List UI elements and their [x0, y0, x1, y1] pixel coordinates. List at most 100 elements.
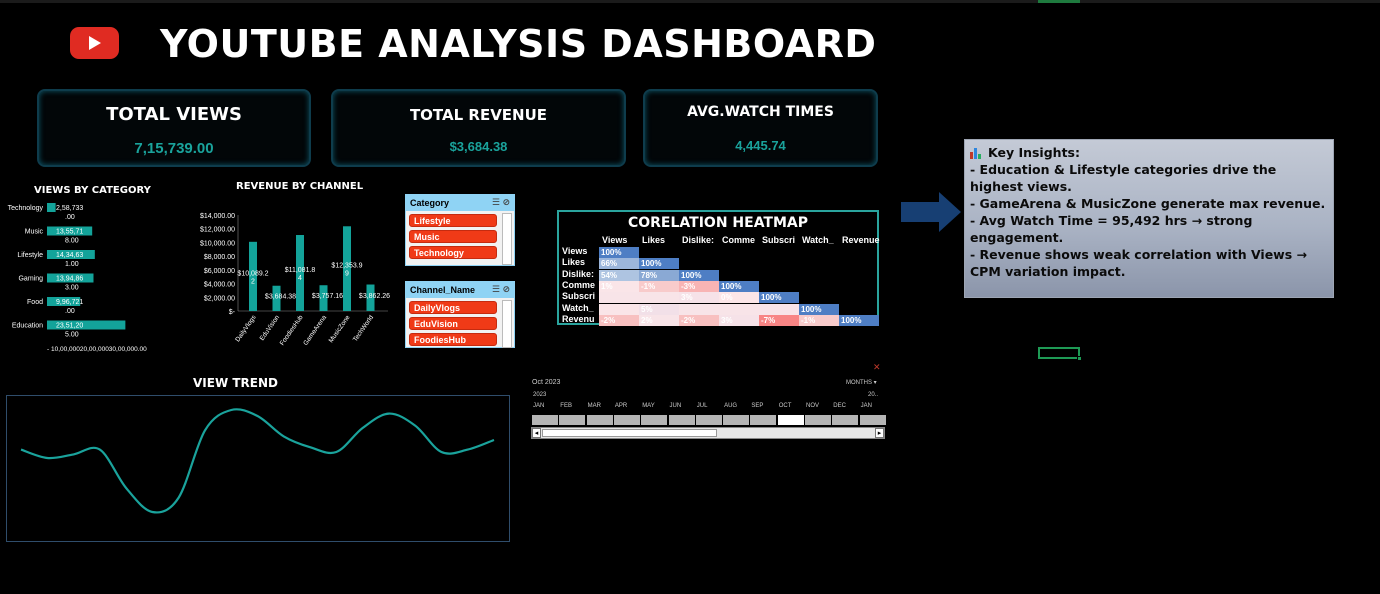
clear-filter-icon[interactable]: ✕ [873, 362, 881, 373]
category-label: Education [12, 323, 43, 330]
heatmap-cell [679, 303, 719, 315]
revenue-category-label: GameArena [302, 314, 328, 347]
kpi-total-views[interactable]: TOTAL VIEWS 7,15,739.00 [37, 89, 311, 167]
revenue-by-channel-title: REVENUE BY CHANNEL [236, 181, 364, 192]
revenue-category-label: EduVision [259, 314, 282, 342]
heatmap-cell: 5% [639, 303, 679, 315]
kpi-total-revenue[interactable]: TOTAL REVENUE $3,684.38 [331, 89, 626, 167]
timeline-month-bar[interactable] [532, 415, 558, 425]
revenue-y-tick: $8,000.00 [204, 254, 235, 261]
heatmap-row-header: Subscri [562, 291, 596, 302]
dashboard-title: YOUTUBE ANALYSIS DASHBOARD [160, 22, 877, 66]
slicer-item-dailyvlogs[interactable]: DailyVlogs [409, 301, 497, 314]
revenue-data-label: $3,684.38 [265, 293, 296, 300]
timeline-current-label: Oct 2023 [532, 379, 561, 386]
scroll-right-icon[interactable]: ▸ [875, 428, 884, 438]
scroll-thumb[interactable] [542, 429, 717, 437]
slicer-scrollbar[interactable] [502, 300, 512, 348]
revenue-y-tick: $12,000.00 [200, 227, 235, 234]
category-label: Gaming [18, 276, 43, 283]
category-label: Music [25, 229, 44, 236]
timeline-month-bar[interactable] [723, 415, 750, 425]
timeline-month-bar[interactable] [586, 415, 613, 425]
heatmap-cell [599, 292, 639, 304]
heatmap-cell [639, 292, 679, 304]
revenue-y-tick: $6,000.00 [204, 268, 235, 275]
revenue-data-label: 2 [251, 278, 255, 285]
timeline-slicer[interactable]: ✕ Oct 2023 MONTHS ▾ 2023 20.. JAN FEB MAR A… [531, 362, 886, 442]
heatmap-title: CORELATION HEATMAP [627, 215, 809, 231]
slicer-item-lifestyle[interactable]: Lifestyle [409, 214, 497, 227]
scroll-left-icon[interactable]: ◂ [532, 428, 541, 438]
timeline-month-label: OCT [778, 403, 792, 409]
heatmap-row-header: Views [562, 246, 588, 256]
category-slicer[interactable]: Category ☰ ⊘ Lifestyle Music Technology [405, 194, 515, 266]
insight-line: - Revenue shows weak correlation with Vi… [970, 247, 1307, 279]
timeline-year-label: 20.. [868, 392, 879, 398]
revenue-category-label: FoodiesHub [279, 314, 305, 347]
category-x-axis: - 10,00,00020,00,00030,00,000.00 [47, 346, 147, 353]
slicer-scrollbar[interactable] [502, 213, 512, 265]
category-value-label: 8.00 [65, 238, 79, 245]
heatmap-cell: 100% [839, 314, 879, 326]
heatmap-cell: -2% [679, 314, 719, 326]
heatmap-cell [759, 303, 799, 315]
clear-filter-icon[interactable]: ⊘ [502, 284, 510, 294]
channel-slicer[interactable]: Channel_Name ☰ ⊘ DailyVlogs EduVision Fo… [405, 281, 515, 348]
timeline-year-label: 2023 [533, 392, 547, 398]
kpi-value: $3,684.38 [449, 139, 508, 154]
timeline-month-label: JAN [860, 403, 872, 409]
timeline-period-dropdown[interactable]: MONTHS ▾ [846, 379, 877, 386]
heatmap-cell [719, 303, 759, 315]
slicer-item-foodieshub[interactable]: FoodiesHub [409, 333, 497, 346]
revenue-y-tick: $2,000.00 [204, 295, 235, 302]
insights-title: Key Insights: [988, 145, 1080, 160]
heatmap-cell: 100% [639, 258, 679, 270]
timeline-month-bar[interactable] [668, 415, 695, 425]
clear-filter-icon[interactable]: ⊘ [502, 197, 510, 207]
revenue-data-label: $11,081.8 [285, 267, 316, 274]
timeline-month-bar[interactable] [859, 415, 886, 425]
kpi-label: TOTAL REVENUE [409, 106, 548, 124]
multi-select-icon[interactable]: ☰ [492, 284, 500, 294]
timeline-month-label: MAR [587, 403, 601, 409]
category-bar [47, 203, 56, 212]
heatmap-cell: 3% [719, 314, 759, 326]
views-by-category-title: VIEWS BY CATEGORY [34, 185, 151, 196]
timeline-scrollbar[interactable]: ◂ ▸ [531, 427, 885, 439]
timeline-month-label: NOV [806, 403, 820, 409]
timeline-month-bar[interactable] [695, 415, 722, 425]
bar-chart-icon [970, 147, 984, 159]
revenue-y-tick: $- [229, 309, 236, 316]
timeline-month-bar[interactable] [750, 415, 777, 425]
fill-handle[interactable] [1077, 356, 1082, 361]
timeline-month-bar[interactable] [805, 415, 831, 425]
view-trend-title: VIEW TREND [193, 376, 278, 390]
heatmap-cell: -3% [679, 280, 719, 292]
category-value-label: 13,55,71 [56, 229, 83, 236]
multi-select-icon[interactable]: ☰ [492, 197, 500, 207]
kpi-avg-watch-time[interactable]: AVG.WATCH TIMES 4,445.74 [643, 89, 878, 167]
heatmap-row-header: Likes [562, 257, 586, 268]
timeline-month-bar[interactable] [641, 415, 668, 425]
slicer-item-technology[interactable]: Technology [409, 246, 497, 259]
heatmap-column-header: Views [602, 235, 628, 245]
selected-cell[interactable] [1038, 347, 1082, 361]
timeline-month-bar[interactable] [832, 415, 859, 425]
heatmap-row-header: Watch_ [562, 302, 594, 313]
heatmap-column-header: Subscri [762, 235, 796, 245]
timeline-month-bar[interactable] [613, 415, 640, 425]
heatmap-cell: 0% [719, 292, 759, 304]
heatmap-column-header: Likes [642, 235, 666, 245]
correlation-heatmap: CORELATION HEATMAP Views Likes Dislike: Com… [557, 210, 880, 326]
kpi-value: 4,445.74 [735, 138, 786, 153]
slicer-item-music[interactable]: Music [409, 230, 497, 243]
slicer-item-eduvision[interactable]: EduVision [409, 317, 497, 330]
insight-line: - Avg Watch Time = 95,492 hrs → strong e… [970, 213, 1253, 245]
timeline-month-label: JUL [696, 403, 708, 409]
views-by-category-chart: Technology 2,58,733 .00 Music 13,55,71 8.00 Li… [8, 203, 147, 353]
active-column-indicator [1038, 0, 1080, 3]
key-insights-box: Key Insights: - Education & Lifestyle ca… [964, 139, 1334, 298]
timeline-month-bar[interactable] [559, 415, 586, 425]
timeline-month-bar[interactable] [777, 415, 804, 425]
